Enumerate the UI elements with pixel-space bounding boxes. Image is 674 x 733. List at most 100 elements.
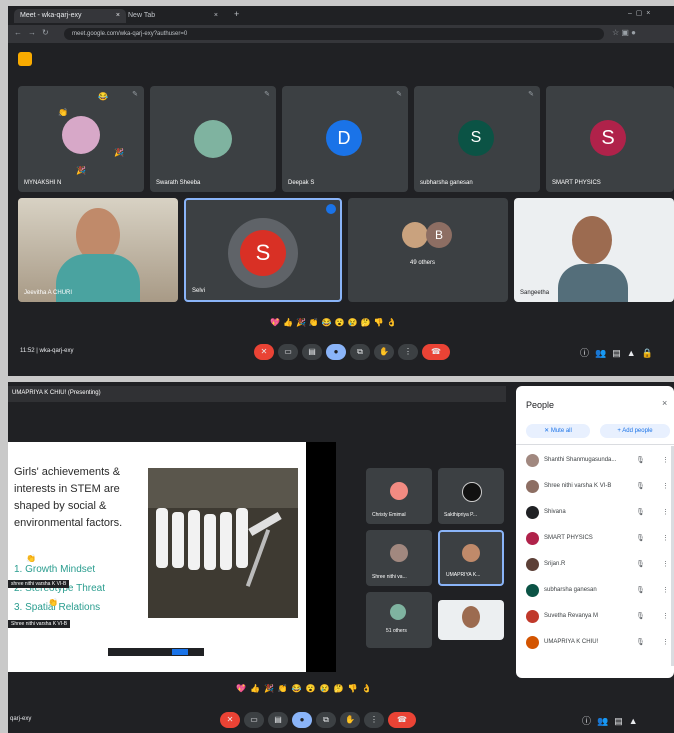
back-icon[interactable]: ← — [14, 28, 22, 37]
reaction-icon[interactable]: 👎 — [348, 684, 362, 693]
reaction-icon[interactable]: 😢 — [348, 318, 361, 327]
participant-video-tile[interactable]: Jeevitha A CHURI — [18, 198, 178, 302]
people-list-item[interactable]: Shivana 🎙 ⋮ — [526, 504, 672, 522]
reaction-icon[interactable]: 👎 — [374, 318, 387, 327]
mute-all-button[interactable]: ✕ Mute all — [526, 424, 590, 438]
present-now-button[interactable]: ⧉ — [316, 712, 336, 728]
more-options-button[interactable]: ⋮ — [398, 344, 418, 360]
mic-off-icon: ✕ — [544, 428, 550, 434]
more-options-icon[interactable]: ⋮ — [662, 638, 669, 646]
photo-background — [148, 468, 298, 508]
mic-off-icon[interactable]: 🎙 — [636, 560, 645, 568]
slide-toolbar[interactable] — [108, 648, 204, 656]
people-list-item[interactable]: SMART PHYSICS 🎙 ⋮ — [526, 530, 672, 548]
close-icon[interactable]: × — [662, 398, 667, 408]
reaction-icon[interactable]: 😂 — [292, 684, 306, 693]
reaction-icon[interactable]: 😂 — [322, 318, 335, 327]
mic-off-icon[interactable]: 🎙 — [636, 534, 645, 542]
more-options-icon[interactable]: ⋮ — [662, 456, 669, 464]
extension-icons[interactable]: ☆ ▣ ● — [612, 28, 636, 37]
participant-tile[interactable]: D ✎ Deepak S — [282, 86, 408, 192]
participant-tile[interactable]: S SMART PHYSICS — [546, 86, 674, 192]
reaction-bar[interactable]: 💖👍🎉👏😂😮😢🤔👎👌 — [236, 684, 436, 696]
reaction-icon[interactable]: 🎉 — [264, 684, 278, 693]
reload-icon[interactable]: ↻ — [42, 28, 49, 37]
participant-tile-active[interactable]: S Selvi — [184, 198, 342, 302]
avatar: B — [426, 222, 452, 248]
reaction-icon[interactable]: 👌 — [387, 318, 400, 327]
reaction-icon[interactable]: 👍 — [250, 684, 264, 693]
reaction-icon[interactable]: 💖 — [236, 684, 250, 693]
participant-tile-active[interactable]: UMAPRIYA K... — [438, 530, 504, 586]
forward-icon[interactable]: → — [28, 28, 36, 37]
tab-newtab[interactable]: New Tab × — [122, 9, 224, 23]
mic-off-button[interactable]: ✕ — [254, 344, 274, 360]
leave-call-button[interactable]: ☎ — [388, 712, 416, 728]
close-icon[interactable]: × — [116, 9, 120, 23]
more-options-icon[interactable]: ⋮ — [662, 560, 669, 568]
raise-hand-button[interactable]: ✋ — [374, 344, 394, 360]
mic-off-icon[interactable]: 🎙 — [636, 508, 645, 516]
people-list-item[interactable]: Shanthi Shanmugasunda... 🎙 ⋮ — [526, 452, 672, 470]
more-options-button[interactable]: ⋮ — [364, 712, 384, 728]
present-button[interactable]: ● — [326, 344, 346, 360]
people-list-item[interactable]: Suvetha Revanya M 🎙 ⋮ — [526, 608, 672, 626]
others-tile[interactable]: 51 others — [366, 592, 432, 648]
captions-button[interactable]: ▤ — [268, 712, 288, 728]
side-controls[interactable]: ⓘ👥▤▲🔒 — [580, 346, 659, 359]
participant-tile[interactable]: Sakthipriya P... — [438, 468, 504, 524]
people-list-item[interactable]: Srijan.R 🎙 ⋮ — [526, 556, 672, 574]
mic-off-icon[interactable]: 🎙 — [636, 456, 645, 464]
more-options-icon[interactable]: ⋮ — [662, 482, 669, 490]
leave-call-button[interactable]: ☎ — [422, 344, 450, 360]
participant-name: Jeevitha A CHURI — [24, 290, 73, 296]
participant-tile[interactable]: Christy Emimal — [366, 468, 432, 524]
mic-off-icon[interactable]: 🎙 — [636, 482, 645, 490]
camera-button[interactable]: ▭ — [244, 712, 264, 728]
reaction-bar[interactable]: 💖👍🎉👏😂😮😢🤔👎👌 — [270, 318, 460, 330]
reaction-icon[interactable]: 👍 — [283, 318, 296, 327]
mic-off-button[interactable]: ✕ — [220, 712, 240, 728]
reaction-icon[interactable]: 👌 — [362, 684, 376, 693]
reaction-icon[interactable]: 😮 — [306, 684, 320, 693]
slide-toolbar-button[interactable] — [172, 649, 188, 655]
participant-tile[interactable]: S ✎ subharsha ganesan — [414, 86, 540, 192]
raise-hand-button[interactable]: ✋ — [340, 712, 360, 728]
url-field[interactable]: meet.google.com/wka-qarj-exy?authuser=0 — [64, 28, 604, 40]
add-people-button[interactable]: + Add people — [600, 424, 670, 438]
mic-off-icon[interactable]: 🎙 — [636, 638, 645, 646]
participant-tile[interactable]: 👏 😂 🎉 🎉 ✎ MYNAKSHI N — [18, 86, 144, 192]
close-icon[interactable]: × — [214, 9, 218, 23]
people-list-item[interactable]: subharsha ganesan 🎙 ⋮ — [526, 582, 672, 600]
self-video-tile[interactable] — [438, 600, 504, 640]
participant-video-tile[interactable]: Sangeetha — [514, 198, 674, 302]
reaction-icon[interactable]: 👏 — [278, 684, 292, 693]
reaction-icon[interactable]: 😮 — [335, 318, 348, 327]
mic-off-icon[interactable]: 🎙 — [636, 612, 645, 620]
people-list-item[interactable]: Shree nithi varsha K VI-B 🎙 ⋮ — [526, 478, 672, 496]
participant-tile[interactable]: ✎ Swarath Sheeba — [150, 86, 276, 192]
more-options-icon[interactable]: ⋮ — [662, 534, 669, 542]
present-now-button[interactable]: ⧉ — [350, 344, 370, 360]
captions-button[interactable]: ▤ — [302, 344, 322, 360]
reaction-icon[interactable]: 🤔 — [361, 318, 374, 327]
reaction-icon[interactable]: 👏 — [309, 318, 322, 327]
reaction-icon[interactable]: 🤔 — [334, 684, 348, 693]
reaction-icon[interactable]: 💖 — [270, 318, 283, 327]
participant-name: UMAPRIYA K CHIU! — [544, 639, 599, 645]
present-button[interactable]: ● — [292, 712, 312, 728]
others-tile[interactable]: B 49 others — [348, 198, 508, 302]
mic-off-icon[interactable]: 🎙 — [636, 586, 645, 594]
reaction-icon[interactable]: 😢 — [320, 684, 334, 693]
window-controls[interactable]: – ▢ × — [628, 9, 650, 17]
new-tab-icon[interactable]: + — [234, 9, 239, 19]
reaction-icon[interactable]: 🎉 — [296, 318, 309, 327]
people-list-item[interactable]: UMAPRIYA K CHIU! 🎙 ⋮ — [526, 634, 672, 652]
tab-meet[interactable]: Meet - wka-qarj-exy × — [14, 9, 126, 23]
more-options-icon[interactable]: ⋮ — [662, 508, 669, 516]
camera-button[interactable]: ▭ — [278, 344, 298, 360]
side-controls[interactable]: ⓘ👥▤▲ — [582, 714, 644, 727]
participant-tile[interactable]: Shree nithi va... — [366, 530, 432, 586]
more-options-icon[interactable]: ⋮ — [662, 612, 669, 620]
more-options-icon[interactable]: ⋮ — [662, 586, 669, 594]
